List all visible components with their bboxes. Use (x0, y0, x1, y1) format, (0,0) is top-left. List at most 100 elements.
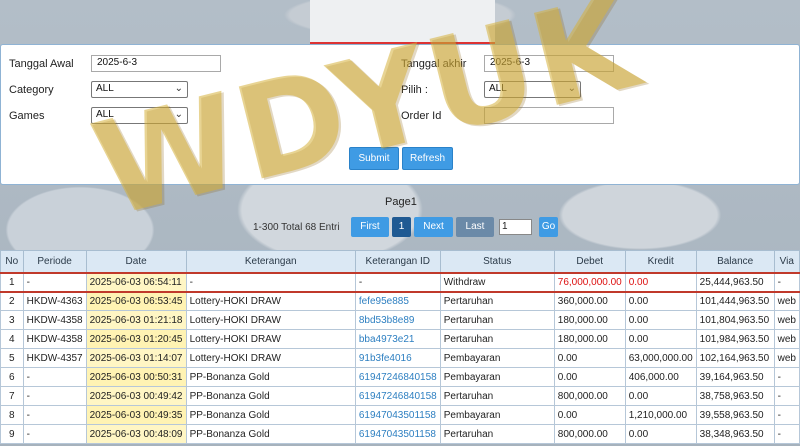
col-header-debet[interactable]: Debet (553, 250, 626, 273)
cell-date: 2025-06-03 00:48:09 (85, 424, 187, 444)
cell-status: Pembayaran (439, 405, 555, 425)
cell-via: - (773, 367, 800, 387)
cell-keterangan: Lottery-HOKI DRAW (185, 329, 356, 349)
cell-periode: - (22, 405, 87, 425)
table-row[interactable]: 6-2025-06-03 00:50:31 PP-Bonanza Gold 6194… (0, 367, 800, 387)
col-header-no[interactable]: No (0, 250, 24, 273)
cell-keterangan: Lottery-HOKI DRAW (185, 348, 356, 368)
page-title: Page1 (385, 196, 417, 208)
cell-debet: 76,000,000.00 (553, 271, 626, 293)
pilih-select[interactable]: ALL ⌄ (484, 81, 581, 98)
cell-kredit: 63,000,000.00 (624, 348, 697, 368)
cell-debet: 180,000.00 (553, 329, 626, 349)
cell-keterangan-id[interactable]: 8bd53b8e89 (354, 310, 441, 330)
cell-via: - (773, 386, 800, 406)
go-button[interactable]: Go (539, 217, 558, 237)
col-header-balance[interactable]: Balance (695, 250, 775, 273)
cell-balance: 38,758,963.50 (695, 386, 775, 406)
last-page-button[interactable]: Last (456, 217, 494, 237)
refresh-button[interactable]: Refresh (402, 147, 453, 170)
cell-debet: 800,000.00 (553, 386, 626, 406)
goto-page-input[interactable]: 1 (499, 219, 532, 235)
current-page-indicator[interactable]: 1 (392, 217, 411, 237)
cell-debet: 0.00 (553, 405, 626, 425)
col-header-kredit[interactable]: Kredit (624, 250, 697, 273)
cell-keterangan-id[interactable]: 91b3fe4016 (354, 348, 441, 368)
cell-periode: HKDW-4358 (22, 310, 87, 330)
cell-date: 2025-06-03 00:49:35 (85, 405, 187, 425)
table-row[interactable]: 2 HKDW-4363 2025-06-03 06:53:45 Lottery-HOK… (0, 291, 800, 311)
cell-keterangan-id[interactable]: 61947043501158 (354, 405, 441, 425)
chevron-down-icon: ⌄ (174, 83, 183, 94)
tanggal-awal-input[interactable]: 2025-6-3 (91, 55, 221, 72)
cell-via: web (773, 310, 800, 330)
cell-no: 8 (0, 405, 24, 425)
cell-periode: - (22, 386, 87, 406)
tanggal-akhir-label: Tanggal akhir (401, 58, 467, 70)
cell-keterangan-id[interactable]: 61947246840158 (354, 386, 441, 406)
cell-periode: HKDW-4357 (22, 348, 87, 368)
category-value: ALL (96, 83, 114, 94)
cell-keterangan-id[interactable]: 61947043501158 (354, 424, 441, 444)
cell-debet: 180,000.00 (553, 310, 626, 330)
col-header-keterangan[interactable]: Keterangan (185, 250, 356, 273)
cell-keterangan-id[interactable]: 61947246840158 (354, 367, 441, 387)
cell-no: 2 (0, 291, 24, 311)
cell-keterangan-id[interactable]: bba4973e21 (354, 329, 441, 349)
cell-debet: 800,000.00 (553, 424, 626, 444)
category-select[interactable]: ALL ⌄ (91, 81, 188, 98)
first-page-button[interactable]: First (351, 217, 389, 237)
cell-status: Withdraw (439, 271, 555, 293)
cell-kredit: 1,210,000.00 (624, 405, 697, 425)
cell-kredit: 0.00 (624, 386, 697, 406)
col-header-keterangan-id[interactable]: Keterangan ID (354, 250, 441, 273)
cell-balance: 39,164,963.50 (695, 367, 775, 387)
cell-periode: HKDW-4358 (22, 329, 87, 349)
cell-status: Pertaruhan (439, 424, 555, 444)
tanggal-akhir-input[interactable]: 2025-6-3 (484, 55, 614, 72)
chevron-down-icon: ⌄ (174, 109, 183, 120)
cell-via: - (773, 405, 800, 425)
cell-debet: 0.00 (553, 348, 626, 368)
chevron-down-icon: ⌄ (567, 83, 576, 94)
cell-balance: 38,348,963.50 (695, 424, 775, 444)
cell-kredit: 0.00 (624, 291, 697, 311)
pilih-value: ALL (489, 83, 507, 94)
cell-keterangan: PP-Bonanza Gold (185, 386, 356, 406)
table-row[interactable]: 3 HKDW-4358 2025-06-03 01:21:18 Lottery-HOK… (0, 310, 800, 330)
cell-keterangan: Lottery-HOKI DRAW (185, 310, 356, 330)
cell-date: 2025-06-03 00:50:31 (85, 367, 187, 387)
cell-no: 9 (0, 424, 24, 444)
cell-date: 2025-06-03 01:20:45 (85, 329, 187, 349)
table-row[interactable]: 7-2025-06-03 00:49:42 PP-Bonanza Gold 6194… (0, 386, 800, 406)
category-label: Category (9, 84, 54, 96)
cell-debet: 360,000.00 (553, 291, 626, 311)
cell-status: Pertaruhan (439, 329, 555, 349)
cell-date: 2025-06-03 06:54:11 (85, 271, 187, 293)
next-page-button[interactable]: Next (414, 217, 453, 237)
cell-kredit: 0.00 (624, 424, 697, 444)
table-row[interactable]: 8-2025-06-03 00:49:35 PP-Bonanza Gold 6194… (0, 405, 800, 425)
cell-periode: - (22, 271, 87, 293)
table-row[interactable]: 1-2025-06-03 06:54:11- - Withdraw 76,000,00… (0, 271, 800, 293)
cell-kredit: 0.00 (624, 329, 697, 349)
col-header-date[interactable]: Date (85, 250, 187, 273)
games-select[interactable]: ALL ⌄ (91, 107, 188, 124)
cell-balance: 101,804,963.50 (695, 310, 775, 330)
cell-via: - (773, 424, 800, 444)
order-id-input[interactable] (484, 107, 614, 124)
tanggal-awal-label: Tanggal Awal (9, 58, 74, 70)
col-header-via[interactable]: Via (773, 250, 800, 273)
cell-keterangan: - (185, 271, 356, 293)
cell-keterangan-id[interactable]: fefe95e885 (354, 291, 441, 311)
col-header-status[interactable]: Status (439, 250, 555, 273)
table-row[interactable]: 5 HKDW-4357 2025-06-03 01:14:07 Lottery-HOK… (0, 348, 800, 368)
games-value: ALL (96, 109, 114, 120)
table-row[interactable]: 4 HKDW-4358 2025-06-03 01:20:45 Lottery-HOK… (0, 329, 800, 349)
table-row[interactable]: 9 - 2025-06-03 00:48:09 PP-Bonanza Gold 6194… (0, 424, 800, 444)
cell-keterangan: PP-Bonanza Gold (185, 367, 356, 387)
cell-keterangan: PP-Bonanza Gold (185, 424, 356, 444)
submit-button[interactable]: Submit (349, 147, 399, 170)
cell-debet: 0.00 (553, 367, 626, 387)
col-header-periode[interactable]: Periode (22, 250, 87, 273)
